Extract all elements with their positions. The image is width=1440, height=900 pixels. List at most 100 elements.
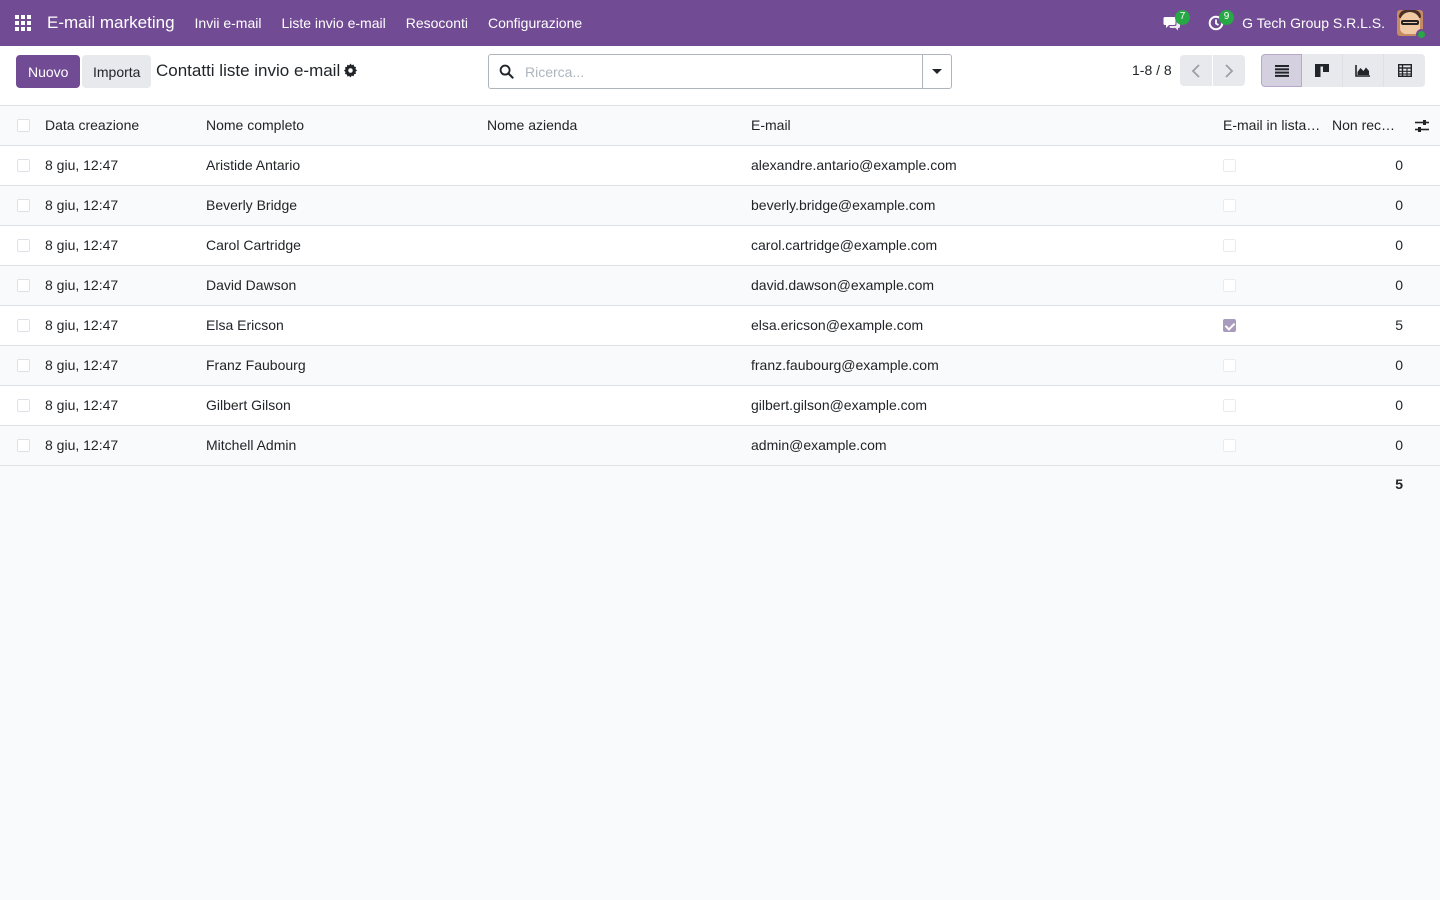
kanban-view-button[interactable] — [1302, 54, 1343, 87]
import-button[interactable]: Importa — [82, 55, 152, 88]
opt-in-checkbox — [1223, 279, 1236, 292]
table-row[interactable]: 8 giu, 12:47 Aristide Antario alexandre.an… — [0, 146, 1440, 186]
select-all-checkbox[interactable] — [17, 119, 30, 132]
pager-previous-button[interactable] — [1180, 55, 1212, 86]
cell-email: alexandre.antario@example.com — [751, 157, 957, 173]
row-checkbox[interactable] — [17, 439, 30, 452]
control-panel: Nuovo Importa Contatti liste invio e-mai… — [0, 46, 1440, 106]
pager-next-button[interactable] — [1213, 55, 1245, 86]
apps-menu-icon[interactable] — [0, 0, 46, 46]
table-header: Data creazione Nome completo Nome aziend… — [0, 106, 1440, 146]
opt-in-checkbox — [1223, 359, 1236, 372]
view-switcher — [1261, 54, 1425, 87]
cell-email: franz.faubourg@example.com — [751, 357, 939, 373]
caret-down-icon — [932, 69, 942, 74]
company-switcher[interactable]: G Tech Group S.R.L.S. — [1238, 15, 1397, 31]
cell-bounce: 5 — [1395, 317, 1403, 333]
cell-create-date: 8 giu, 12:47 — [45, 277, 119, 293]
cell-name: Gilbert Gilson — [206, 397, 291, 413]
page-title: Contatti liste invio e-mail — [156, 61, 341, 80]
opt-in-checkbox — [1223, 399, 1236, 412]
contacts-list: Data creazione Nome completo Nome aziend… — [0, 106, 1440, 502]
cell-name: Carol Cartridge — [206, 237, 301, 253]
cell-email: beverly.bridge@example.com — [751, 197, 936, 213]
menu-item-mailings[interactable]: Invii e-mail — [185, 0, 272, 46]
cell-bounce: 0 — [1395, 397, 1403, 413]
cell-bounce: 0 — [1395, 197, 1403, 213]
cell-name: Aristide Antario — [206, 157, 301, 173]
column-header-opt-in[interactable]: E-mail in lista… — [1223, 106, 1321, 145]
cell-name: David Dawson — [206, 277, 297, 293]
cell-bounce: 0 — [1395, 157, 1403, 173]
cell-bounce: 0 — [1395, 357, 1403, 373]
gear-icon[interactable] — [343, 63, 358, 78]
cell-create-date: 8 giu, 12:47 — [45, 437, 119, 453]
chevron-left-icon — [1191, 63, 1200, 78]
opt-in-checkbox — [1223, 239, 1236, 252]
column-header-email[interactable]: E-mail — [751, 106, 1211, 145]
cell-create-date: 8 giu, 12:47 — [45, 237, 119, 253]
cell-email: david.dawson@example.com — [751, 277, 935, 293]
cell-name: Franz Faubourg — [206, 357, 306, 373]
cell-bounce: 0 — [1395, 277, 1403, 293]
row-checkbox[interactable] — [17, 159, 30, 172]
activities-button[interactable]: 9 — [1194, 0, 1238, 46]
cell-create-date: 8 giu, 12:47 — [45, 157, 119, 173]
column-header-create-date[interactable]: Data creazione — [45, 106, 195, 145]
table-row[interactable]: 8 giu, 12:47 Elsa Ericson elsa.ericson@exa… — [0, 306, 1440, 346]
table-footer: 5 — [0, 466, 1440, 502]
kanban-icon — [1315, 64, 1329, 77]
menu-item-mailing-lists[interactable]: Liste invio e-mail — [271, 0, 395, 46]
column-header-bounce[interactable]: Non rec… — [1332, 106, 1398, 145]
cell-name: Mitchell Admin — [206, 437, 297, 453]
cell-create-date: 8 giu, 12:47 — [45, 397, 119, 413]
search-options-toggle[interactable] — [922, 55, 951, 88]
search-input[interactable] — [525, 55, 915, 88]
cell-bounce: 0 — [1395, 437, 1403, 453]
cell-create-date: 8 giu, 12:47 — [45, 317, 119, 333]
row-checkbox[interactable] — [17, 319, 30, 332]
table-row[interactable]: 8 giu, 12:47 Carol Cartridge carol.cartrid… — [0, 226, 1440, 266]
cell-name: Elsa Ericson — [206, 317, 284, 333]
row-checkbox[interactable] — [17, 239, 30, 252]
table-row[interactable]: 8 giu, 12:47 Gilbert Gilson gilbert.gilson… — [0, 386, 1440, 426]
pivot-table-icon — [1397, 64, 1412, 77]
column-header-company[interactable]: Nome azienda — [487, 106, 737, 145]
table-row[interactable]: 8 giu, 12:47 David Dawson david.dawson@exa… — [0, 266, 1440, 306]
cell-bounce: 0 — [1395, 237, 1403, 253]
cell-create-date: 8 giu, 12:47 — [45, 197, 119, 213]
optional-columns-icon[interactable] — [1414, 118, 1430, 134]
table-row[interactable]: 8 giu, 12:47 Mitchell Admin admin@example.… — [0, 426, 1440, 466]
cell-email: elsa.ericson@example.com — [751, 317, 924, 333]
column-header-name[interactable]: Nome completo — [206, 106, 476, 145]
main-menu: Invii e-mail Liste invio e-mail Resocont… — [185, 0, 593, 46]
app-name[interactable]: E-mail marketing — [47, 13, 175, 33]
row-checkbox[interactable] — [17, 399, 30, 412]
table-row[interactable]: 8 giu, 12:47 Franz Faubourg franz.faubourg… — [0, 346, 1440, 386]
pager-value[interactable]: 1-8 / 8 — [1132, 62, 1172, 78]
graph-view-button[interactable] — [1343, 54, 1384, 87]
menu-item-reporting[interactable]: Resoconti — [396, 0, 478, 46]
opt-in-checkbox — [1223, 159, 1236, 172]
row-checkbox[interactable] — [17, 279, 30, 292]
list-icon — [1274, 64, 1289, 77]
search-bar — [488, 54, 952, 89]
activities-count-badge: 9 — [1219, 10, 1235, 25]
table-row[interactable]: 8 giu, 12:47 Beverly Bridge beverly.bridge… — [0, 186, 1440, 226]
list-view-button[interactable] — [1261, 54, 1302, 87]
search-icon — [499, 64, 514, 79]
menu-item-configuration[interactable]: Configurazione — [478, 0, 592, 46]
cell-email: gilbert.gilson@example.com — [751, 397, 928, 413]
pivot-view-button[interactable] — [1384, 54, 1425, 87]
user-avatar[interactable] — [1397, 10, 1427, 40]
cell-name: Beverly Bridge — [206, 197, 298, 213]
area-chart-icon — [1355, 65, 1370, 77]
bounce-total: 5 — [1395, 476, 1403, 492]
row-checkbox[interactable] — [17, 199, 30, 212]
opt-in-checkbox — [1223, 199, 1236, 212]
chevron-right-icon — [1225, 63, 1234, 78]
row-checkbox[interactable] — [17, 359, 30, 372]
new-button[interactable]: Nuovo — [16, 55, 81, 88]
top-navbar: E-mail marketing Invii e-mail Liste invi… — [0, 0, 1440, 46]
messages-button[interactable]: 7 — [1150, 0, 1194, 46]
